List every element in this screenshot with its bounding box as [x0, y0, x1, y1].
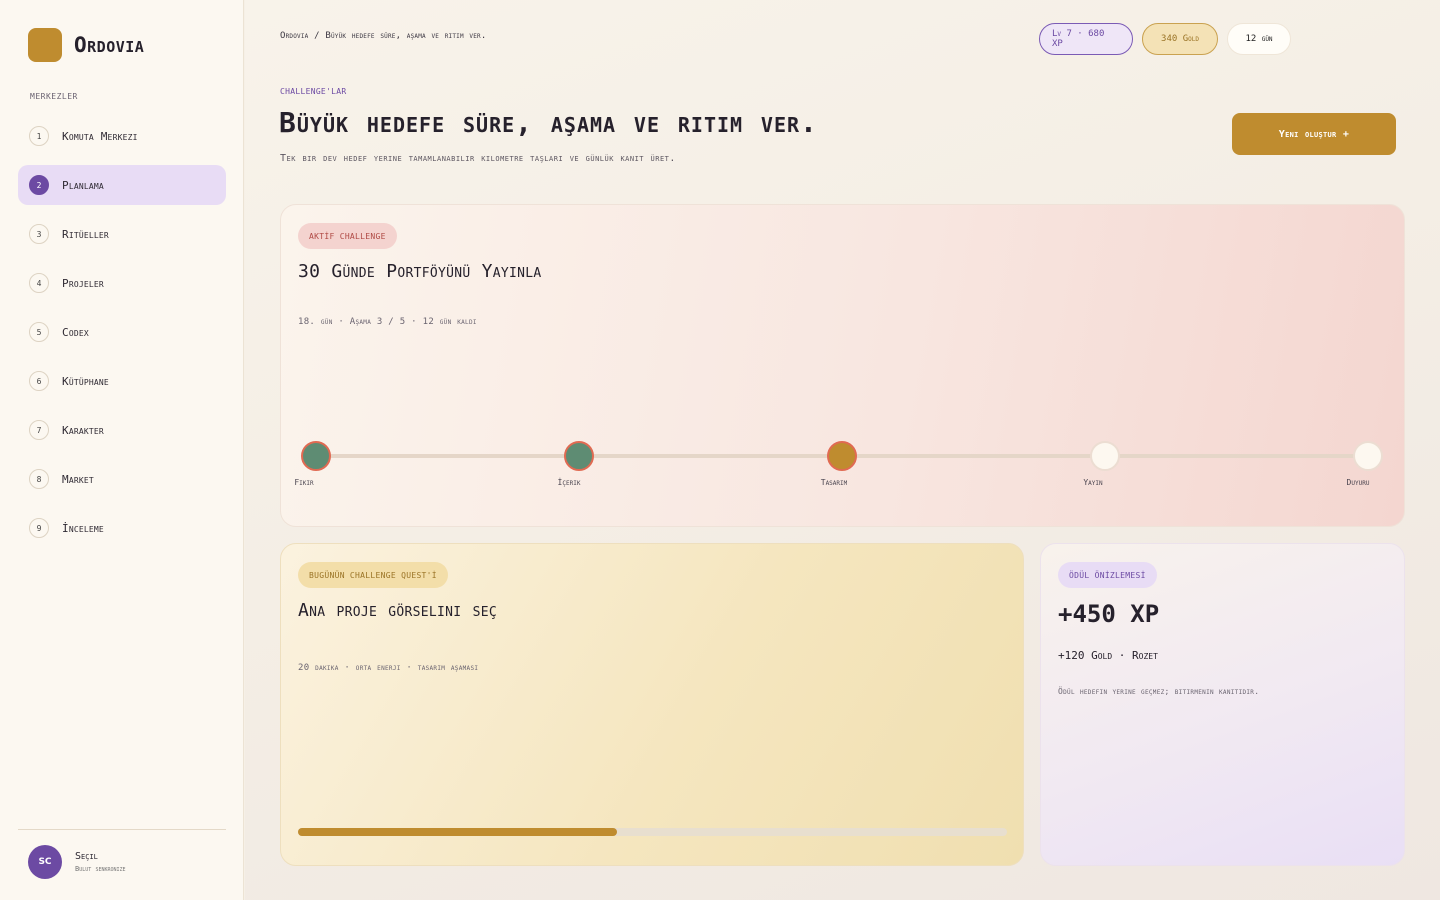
sidebar-item-label: Planlama [62, 178, 104, 192]
nav-number: 1 [29, 126, 49, 146]
nav-number: 6 [29, 371, 49, 391]
page-eyebrow: CHALLENGE'LAR [280, 87, 347, 96]
sidebar-item-label: İnceleme [62, 521, 104, 535]
stage-marker-duyuru[interactable] [1353, 441, 1383, 471]
main-content: Ordovia / Büyük hedefe süre, aşama ve ri… [245, 0, 1440, 900]
stage-label: Tasarım [820, 478, 848, 487]
reward-badge: ÖDÜL ÖNİZLEMESİ [1058, 562, 1157, 588]
create-button[interactable]: Yeni oluştur + [1232, 113, 1396, 155]
sidebar: Ordovia MERKEZLER 1 Komuta Merkezi 2 Pla… [0, 0, 244, 900]
stage-marker-icerik[interactable] [564, 441, 594, 471]
sidebar-item-komuta-merkezi[interactable]: 1 Komuta Merkezi [18, 116, 226, 156]
stage-label: Yayın [1083, 478, 1103, 487]
active-challenge-card[interactable]: AKTİF CHALLENGE 30 Günde Portföyünü Yayı… [280, 204, 1405, 527]
nav-number: 5 [29, 322, 49, 342]
streak-badge[interactable]: 12 gün [1227, 23, 1291, 55]
sidebar-item-projeler[interactable]: 4 Projeler [18, 263, 226, 303]
page-subtitle: Tek bir dev hedef yerine tamamlanabilir … [280, 153, 676, 164]
sidebar-item-kutuphane[interactable]: 6 Kütüphane [18, 361, 226, 401]
quest-badge: BUGÜNÜN CHALLENGE QUEST'İ [298, 562, 448, 588]
stats-bar: Lv 7 · 680 XP 340 Gold 12 gün [1039, 23, 1300, 55]
challenge-title: 30 Günde Portföyünü Yayınla [298, 261, 542, 282]
sidebar-item-codex[interactable]: 5 Codex [18, 312, 226, 352]
stage-marker-yayin[interactable] [1090, 441, 1120, 471]
nav-number: 3 [29, 224, 49, 244]
quest-progress-fill [298, 828, 618, 836]
brand-logo-icon [28, 28, 62, 62]
stage-marker-tasarim[interactable] [827, 441, 857, 471]
stage-label: Duyuru [1346, 478, 1370, 487]
gold-badge[interactable]: 340 Gold [1142, 23, 1218, 55]
sidebar-divider [18, 829, 226, 830]
daily-quest-card[interactable]: BUGÜNÜN CHALLENGE QUEST'İ Ana proje görs… [280, 543, 1024, 866]
nav-number: 2 [29, 175, 49, 195]
sidebar-item-label: Ritüeller [62, 227, 109, 241]
breadcrumb: Ordovia / Büyük hedefe süre, aşama ve ri… [280, 31, 487, 41]
sync-status: Bulut senkronize [75, 865, 126, 873]
reward-xp: +450 XP [1058, 600, 1160, 628]
sidebar-item-market[interactable]: 8 Market [18, 459, 226, 499]
nav-number: 9 [29, 518, 49, 538]
page-title: Büyük hedefe süre, aşama ve ritim ver. [279, 106, 818, 139]
sidebar-item-label: Karakter [62, 423, 104, 437]
sidebar-item-planlama[interactable]: 2 Planlama [18, 165, 226, 205]
user-name: Seçil [75, 851, 98, 862]
brand-name: Ordovia [74, 33, 145, 57]
quest-meta: 20 dakika · orta enerji · tasarım aşamas… [298, 663, 479, 673]
xp-badge[interactable]: Lv 7 · 680 XP [1039, 23, 1133, 55]
sidebar-item-inceleme[interactable]: 9 İnceleme [18, 508, 226, 548]
sidebar-section-label: MERKEZLER [30, 92, 78, 101]
quest-title: Ana proje görselini seç [298, 600, 497, 621]
quest-progress-bar [298, 828, 1007, 836]
nav-number: 7 [29, 420, 49, 440]
challenge-meta: 18. gün · Aşama 3 / 5 · 12 gün kaldı [298, 317, 477, 327]
reward-preview-card: ÖDÜL ÖNİZLEMESİ +450 XP +120 Gold · Roze… [1040, 543, 1405, 866]
sidebar-item-label: Kütüphane [62, 374, 109, 388]
sidebar-item-label: Komuta Merkezi [62, 129, 138, 143]
nav-number: 8 [29, 469, 49, 489]
stage-label: İçerik [557, 478, 581, 487]
nav-number: 4 [29, 273, 49, 293]
avatar: SC [28, 845, 62, 879]
reward-note: Ödül hedefin yerine geçmez; bitirmenin k… [1058, 687, 1260, 696]
sidebar-item-label: Market [62, 472, 94, 486]
sidebar-item-karakter[interactable]: 7 Karakter [18, 410, 226, 450]
status-badge: AKTİF CHALLENGE [298, 223, 397, 249]
sidebar-item-label: Projeler [62, 276, 104, 290]
reward-gold-badge: +120 Gold · Rozet [1058, 649, 1158, 662]
sidebar-item-label: Codex [62, 325, 89, 339]
stage-label: Fikir [294, 478, 314, 487]
sidebar-nav: 1 Komuta Merkezi 2 Planlama 3 Ritüeller … [18, 116, 226, 557]
user-profile[interactable]: SC Seçil Bulut senkronize [28, 845, 126, 879]
stage-marker-fikir[interactable] [301, 441, 331, 471]
brand[interactable]: Ordovia [28, 28, 144, 62]
sidebar-item-ritueller[interactable]: 3 Ritüeller [18, 214, 226, 254]
